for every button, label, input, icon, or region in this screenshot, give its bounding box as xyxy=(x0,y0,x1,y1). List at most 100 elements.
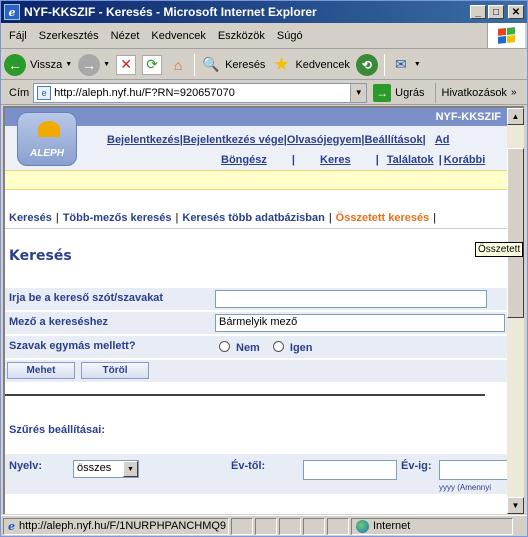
chevron-down-icon[interactable]: ▼ xyxy=(103,61,110,68)
go-arrow-icon[interactable]: → xyxy=(373,83,392,102)
favorites-label: Kedvencek xyxy=(295,58,350,71)
link-ad[interactable]: Ad xyxy=(435,134,450,146)
favorites-button[interactable]: ★ Kedvencek xyxy=(268,52,352,78)
menu-edit[interactable]: Szerkesztés xyxy=(33,30,105,42)
link-reader-card[interactable]: Olvasójegyem xyxy=(287,134,362,146)
tooltip: Összetett xyxy=(475,242,524,257)
link-search[interactable]: Keres xyxy=(320,154,351,166)
stop-button[interactable]: ✕ xyxy=(113,52,139,78)
button-row: Mehet Töröl xyxy=(5,360,507,382)
star-icon: ★ xyxy=(273,54,290,74)
search-tabs: Keresés | Több-mezős keresés | Keresés több … xyxy=(9,212,437,224)
radio-no[interactable] xyxy=(219,341,230,352)
close-button[interactable]: ✕ xyxy=(508,5,524,19)
adjacent-label: Szavak egymás mellett? xyxy=(9,340,136,352)
tab-search[interactable]: Keresés xyxy=(9,212,52,224)
link-login[interactable]: Bejelentkezés xyxy=(107,134,180,146)
option-yes-label: Igen xyxy=(289,342,313,354)
chevron-right-icon[interactable]: » xyxy=(511,87,517,98)
year-hint: yyyy (Amennyi xyxy=(439,483,492,492)
chevron-down-icon[interactable]: ▼ xyxy=(414,61,421,68)
year-to-input[interactable] xyxy=(439,460,507,480)
back-button[interactable]: ← Vissza ▼ xyxy=(1,52,75,78)
option-no-label: Nem xyxy=(236,342,260,354)
query-input[interactable] xyxy=(215,290,487,308)
home-icon: ⌂ xyxy=(173,56,183,73)
windows-logo-icon xyxy=(487,23,525,48)
year-to-label: Év-ig: xyxy=(401,460,432,472)
menu-favorites[interactable]: Kedvencek xyxy=(145,30,211,42)
radio-yes[interactable] xyxy=(272,341,284,352)
status-cell xyxy=(255,517,277,535)
language-select[interactable]: összes ▼ xyxy=(73,460,139,478)
scroll-down-icon[interactable]: ▼ xyxy=(507,497,524,514)
tab-multi-field[interactable]: Több-mezős keresés xyxy=(63,212,172,224)
year-from-input[interactable] xyxy=(303,460,397,480)
tab-multi-database[interactable]: Keresés több adatbázisban xyxy=(182,212,324,224)
tab-advanced[interactable]: Összetett keresés xyxy=(336,212,430,224)
scroll-thumb[interactable] xyxy=(507,148,524,318)
language-label: Nyelv: xyxy=(9,460,43,472)
language-value: összes xyxy=(77,462,112,474)
tab-divider xyxy=(5,228,507,229)
aleph-logo[interactable]: ALEPH xyxy=(17,112,77,166)
chevron-down-icon[interactable]: ▼ xyxy=(123,461,138,477)
back-arrow-icon: ← xyxy=(4,53,26,76)
search-submit-button[interactable]: Mehet xyxy=(7,362,75,379)
window-title: NYF-KKSZIF - Keresés - Microsoft Interne… xyxy=(24,5,317,19)
links-toolbar[interactable]: Hivatkozások » xyxy=(434,82,517,103)
status-url: http://aleph.nyf.hu/F/1NURPHPANCHMQ9 xyxy=(19,520,227,532)
minimize-button[interactable]: _ xyxy=(470,5,486,19)
toolbar-separator xyxy=(383,53,385,76)
menu-bar: Fájl Szerkesztés Nézet Kedvencek Eszközö… xyxy=(1,23,527,49)
query-row: Irja be a kereső szót/szavakat xyxy=(5,288,507,310)
history-button[interactable]: ⟲ xyxy=(353,52,381,78)
vertical-scrollbar[interactable]: ▲ ▼ xyxy=(507,106,524,514)
stop-icon: ✕ xyxy=(116,54,137,75)
message-bar xyxy=(5,170,507,190)
status-cell xyxy=(303,517,325,535)
filter-heading: Szűrés beállításai: xyxy=(9,424,105,436)
ie-icon: e xyxy=(4,4,20,20)
chevron-down-icon[interactable]: ▼ xyxy=(65,61,72,68)
divider xyxy=(5,394,485,396)
clear-button[interactable]: Töröl xyxy=(81,362,149,379)
menu-tools[interactable]: Eszközök xyxy=(212,30,271,42)
status-cell xyxy=(279,517,301,535)
field-label: Mező a kereséshez xyxy=(9,316,109,328)
link-logout[interactable]: Bejelentkezés vége xyxy=(183,134,284,146)
link-results[interactable]: Találatok xyxy=(387,154,434,166)
search-button[interactable]: 🔍 Keresés xyxy=(198,52,268,78)
scroll-up-icon[interactable]: ▲ xyxy=(507,108,524,125)
page-icon: e xyxy=(37,85,52,100)
status-zone-cell: Internet xyxy=(351,517,513,535)
chevron-down-icon[interactable]: ▼ xyxy=(350,83,367,102)
back-label: Vissza xyxy=(30,58,63,71)
status-cell xyxy=(231,517,253,535)
mail-button[interactable]: ✉ ▼ xyxy=(388,52,424,78)
link-previous[interactable]: Korábbi xyxy=(444,154,486,166)
field-select[interactable]: Bármelyik mező xyxy=(215,314,505,332)
status-cell xyxy=(327,517,349,535)
menu-view[interactable]: Nézet xyxy=(105,30,146,42)
menu-help[interactable]: Súgó xyxy=(271,30,309,42)
refresh-button[interactable]: ⟳ xyxy=(139,52,165,78)
address-label: Cím xyxy=(9,86,30,99)
address-input[interactable]: e http://aleph.nyf.hu/F?RN=920657070 ▼ xyxy=(33,82,368,103)
history-icon: ⟲ xyxy=(355,53,378,76)
status-zone: Internet xyxy=(373,520,411,532)
links-label: Hivatkozások xyxy=(441,86,507,99)
home-button[interactable]: ⌂ xyxy=(165,52,191,78)
address-bar: Cím e http://aleph.nyf.hu/F?RN=920657070… xyxy=(1,81,527,105)
maximize-button[interactable]: □ xyxy=(488,5,504,19)
link-settings[interactable]: Beállítások xyxy=(364,134,422,146)
forward-button[interactable]: → ▼ xyxy=(75,52,113,78)
go-button[interactable]: Ugrás xyxy=(395,87,424,99)
adjacent-row: Szavak egymás mellett? Nem Igen xyxy=(5,336,507,358)
link-browse[interactable]: Böngész xyxy=(221,154,267,166)
mail-icon: ✉ xyxy=(395,56,407,72)
globe-icon xyxy=(356,519,369,533)
address-url: http://aleph.nyf.hu/F?RN=920657070 xyxy=(54,86,235,99)
toolbar: ← Vissza ▼ → ▼ ✕ ⟳ ⌂ 🔍 Keresés ★ Kedvenc… xyxy=(1,50,527,80)
menu-file[interactable]: Fájl xyxy=(1,30,33,42)
